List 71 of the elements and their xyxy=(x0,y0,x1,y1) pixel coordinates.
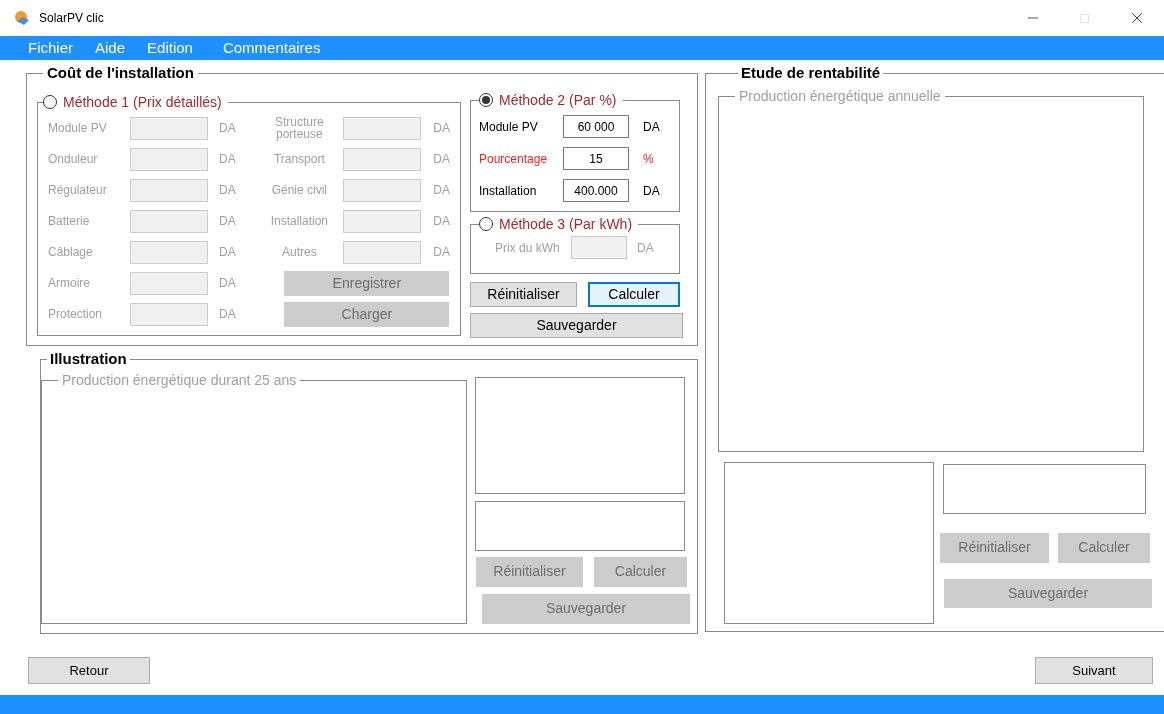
input-field[interactable] xyxy=(130,116,208,140)
menu-item[interactable]: Edition xyxy=(147,36,193,60)
unit-label: DA xyxy=(219,182,236,199)
input-field[interactable] xyxy=(343,178,422,202)
field-label: Pourcentage xyxy=(479,150,549,168)
input-field[interactable] xyxy=(130,271,208,295)
field-label: Installation xyxy=(269,215,329,227)
input-field[interactable] xyxy=(130,178,208,202)
menu-item[interactable]: Fichier xyxy=(28,36,73,60)
method-label: Méthode 1 (Prix détaillés) xyxy=(63,92,222,112)
nav-button[interactable]: Suivant xyxy=(1035,657,1153,684)
field-label: Module PV xyxy=(479,118,539,136)
window-title: SolarPV clic xyxy=(39,10,104,27)
input-field[interactable]: 60 000 xyxy=(563,115,629,138)
input-field[interactable] xyxy=(343,147,422,171)
menu-item[interactable]: Aide xyxy=(95,36,126,60)
field-label: Structure porteuse xyxy=(274,116,325,140)
group-title: Etude de rentabilité xyxy=(740,63,882,83)
group-title: Illustration xyxy=(49,349,128,369)
chart-title: Production énergétique durant 25 ans xyxy=(61,370,298,390)
unit-label: DA xyxy=(219,275,236,292)
unit-label: DA xyxy=(433,151,450,168)
field-label: Protection xyxy=(48,306,104,323)
action-button[interactable]: Sauvegarder xyxy=(470,312,683,338)
field-label: Armoire xyxy=(48,275,91,292)
unit-label: DA xyxy=(433,244,450,261)
chart-title: Production énergétique annuelle xyxy=(738,86,942,106)
field-label: Onduleur xyxy=(48,151,99,168)
input-field[interactable] xyxy=(130,240,208,264)
input-field[interactable] xyxy=(130,209,208,233)
input-field[interactable] xyxy=(343,116,422,140)
unit-label: DA xyxy=(219,213,236,230)
field-label: Transport xyxy=(272,153,326,165)
method-label: Méthode 2 (Par %) xyxy=(499,90,617,110)
unit-label: DA xyxy=(219,120,236,137)
input-field[interactable] xyxy=(130,302,208,326)
input-field[interactable]: 15 xyxy=(563,147,629,170)
input-field[interactable] xyxy=(571,236,627,259)
unit-label: DA xyxy=(219,151,236,168)
field-label: Génie civil xyxy=(270,184,328,196)
app-logo-icon xyxy=(14,10,30,26)
radio-button[interactable] xyxy=(479,93,493,107)
nav-button[interactable]: Retour xyxy=(28,657,150,684)
unit-label: DA xyxy=(433,120,450,137)
radio-button[interactable] xyxy=(43,95,57,109)
unit-label: DA xyxy=(219,244,236,261)
input-field[interactable] xyxy=(343,240,422,264)
unit-label: DA xyxy=(433,182,450,199)
field-label: Prix du kWh xyxy=(494,239,561,257)
unit-label: % xyxy=(643,150,654,168)
group-title: Coût de l'installation xyxy=(46,63,195,83)
field-label: Batterie xyxy=(48,213,91,230)
input-field[interactable]: 400.000 xyxy=(563,179,629,202)
unit-label: DA xyxy=(637,239,654,257)
field-label: Module PV xyxy=(48,120,108,137)
menu-item[interactable]: Commentaires xyxy=(222,36,321,60)
field-label: Installation xyxy=(479,182,538,200)
radio-button[interactable] xyxy=(479,217,493,231)
maximize-icon[interactable] xyxy=(1079,12,1090,24)
field-label: Autres xyxy=(281,246,318,258)
unit-label: DA xyxy=(643,118,660,136)
unit-label: DA xyxy=(433,213,450,230)
action-button[interactable]: Calculer xyxy=(588,281,680,307)
field-label: Câblage xyxy=(48,244,94,261)
unit-label: DA xyxy=(219,306,236,323)
input-field[interactable] xyxy=(343,209,422,233)
action-button[interactable]: Réinitialiser xyxy=(470,281,577,307)
unit-label: DA xyxy=(643,182,660,200)
field-label: Régulateur xyxy=(48,182,108,199)
method-label: Méthode 3 (Par kWh) xyxy=(499,214,633,234)
input-field[interactable] xyxy=(130,147,208,171)
